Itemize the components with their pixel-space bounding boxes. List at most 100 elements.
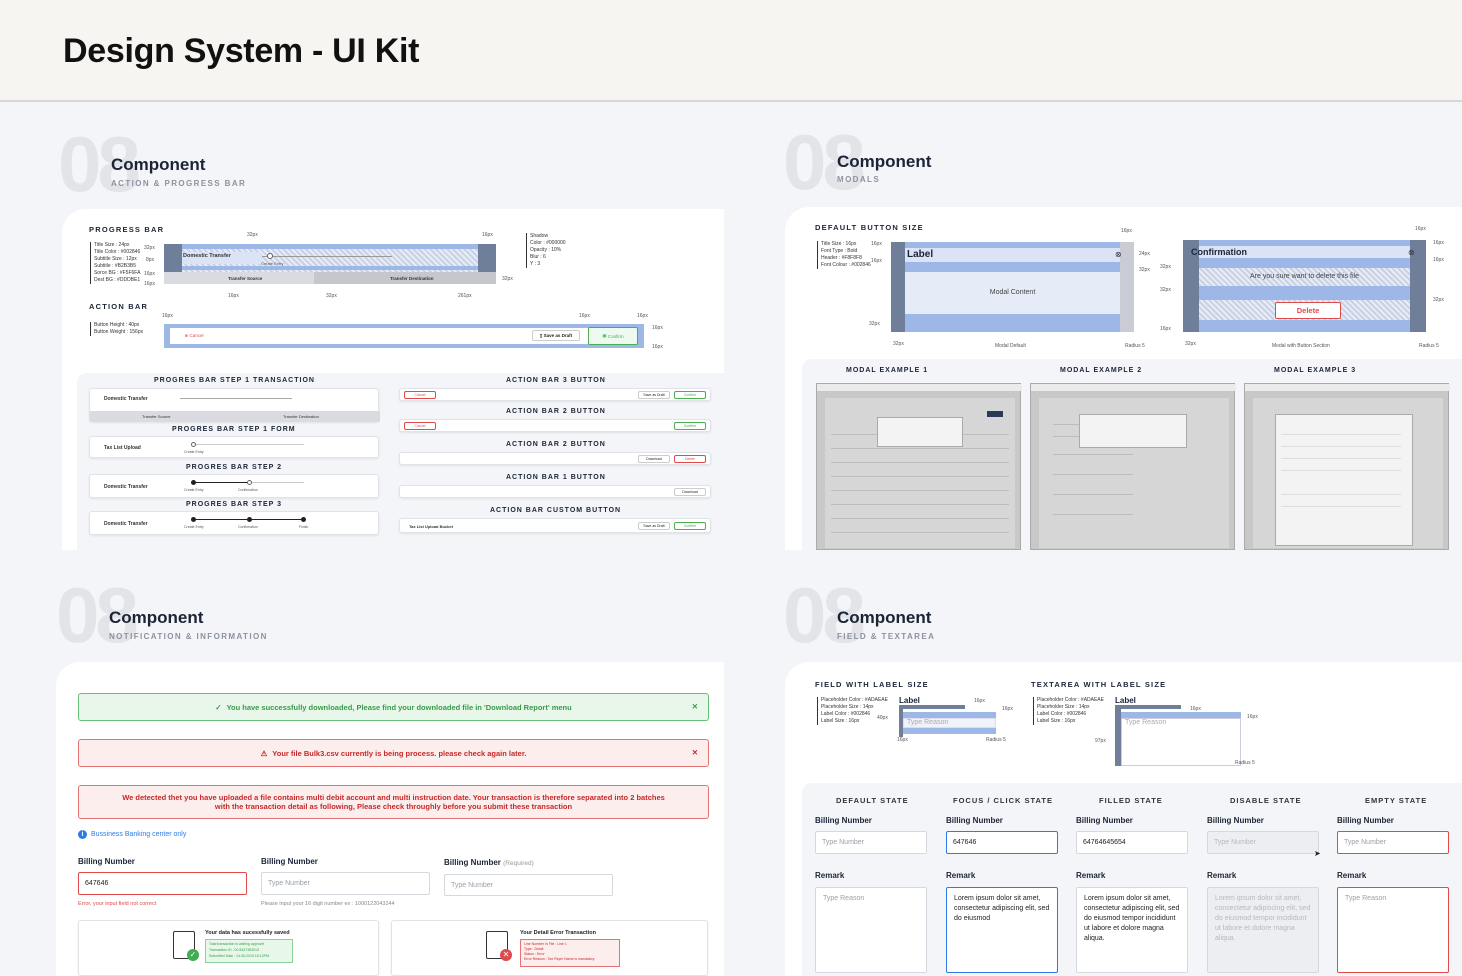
example-title: ACTION BAR 2 BUTTON [506, 441, 606, 448]
step-dot [267, 253, 273, 259]
progress-title: Domestic Transfer [183, 253, 231, 259]
example-title: ACTION BAR 1 BUTTON [506, 474, 606, 481]
remark-textarea-filled[interactable]: Lorem ipsum dolor sit amet, consectetur … [1076, 887, 1188, 973]
delete-button[interactable]: Delete [1275, 302, 1341, 319]
step-label: Create Entry [184, 525, 204, 529]
example-title: PROGRES BAR STEP 1 FORM [172, 426, 296, 433]
modal-example-3 [1244, 383, 1450, 550]
download-button[interactable]: Download [638, 455, 670, 463]
success-alert: ✓ You have successfully downloaded, Pleas… [78, 693, 709, 721]
demo-placeholder: Type Reason [1125, 719, 1167, 726]
remark-textarea-default[interactable]: Type Reason [815, 887, 927, 973]
action-card: Download [399, 485, 711, 498]
success-message: You have successfully downloaded, Please… [226, 702, 572, 712]
modal-examples-panel: MODAL EXAMPLE 1 MODAL EXAMPLE 2 MODAL EX… [802, 359, 1462, 550]
dim-label: 16px [871, 241, 882, 247]
billing-number-input-error[interactable]: 647646 [78, 872, 247, 895]
section-subheading: NOTIFICATION & INFORMATION [109, 632, 268, 641]
save-draft-button[interactable]: ▯ Save as Draft [532, 330, 580, 341]
card-title: Domestic Transfer [104, 396, 148, 402]
section-heading: Component [837, 608, 932, 627]
dim-label: 32px [1433, 297, 1444, 303]
save-draft-button[interactable]: Save as Draft [638, 522, 670, 530]
demo-label: Label [899, 696, 920, 705]
card-line: Line Number in File : Line 1 [524, 942, 567, 946]
dim-label: 32px [326, 293, 337, 299]
download-button[interactable]: Download [674, 488, 706, 496]
close-icon[interactable]: ✕ [692, 748, 698, 757]
billing-input-filled[interactable]: 64764645654 [1076, 831, 1188, 854]
dim-label: 261px [458, 293, 472, 299]
cancel-button[interactable]: ⊗ Cancel [174, 330, 214, 341]
confirm-label: Confirm [607, 333, 624, 339]
demo-label: Label [1115, 696, 1136, 705]
billing-input-focus[interactable]: 647646 [946, 831, 1058, 854]
required-text: (Required) [503, 860, 534, 867]
error-alert: We detected thet you have uploaded a fil… [78, 785, 709, 819]
example-title: MODAL EXAMPLE 1 [846, 367, 929, 374]
info-icon: i [78, 830, 87, 839]
state-title: EMPTY STATE [1365, 796, 1428, 805]
modal-example-2 [1030, 383, 1236, 550]
spec-line: Placeholder Color : #ADAEAE [1037, 697, 1104, 703]
confirm-button[interactable]: ▣ Confirm [588, 327, 638, 345]
cancel-button[interactable]: Cancel [404, 391, 436, 399]
remark-textarea-focus[interactable]: Lorem ipsum dolor sit amet, consectetur … [946, 887, 1058, 973]
spec-line: Header : #F8F8F8 [821, 255, 862, 261]
page-header: Design System - UI Kit [0, 0, 1462, 102]
transfer-source: Transfer Source [142, 414, 171, 419]
close-icon[interactable]: ⊗ [1115, 250, 1122, 259]
cancel-button[interactable]: Cancel [404, 422, 436, 430]
dim-label: 16px [652, 344, 663, 350]
section-modals: 08 Component MODALS DEFAULT BUTTON SIZE … [731, 103, 1462, 550]
success-saved-card: ✓ Your data has sucessfully saved Total … [78, 920, 379, 976]
dim-label: 16px [1160, 326, 1171, 332]
billing-number-required-input[interactable]: Type Number [444, 874, 613, 896]
states-panel: DEFAULT STATE FOCUS / CLICK STATE FILLED… [802, 783, 1462, 976]
dim-label: 16px [162, 313, 173, 319]
delete-button[interactable]: Delete [674, 455, 706, 463]
state-title: DISABLE STATE [1230, 796, 1302, 805]
field-label: Remark [1076, 871, 1106, 880]
section-subheading: FIELD & TEXTAREA [837, 632, 936, 641]
dim-label: 32px [869, 321, 880, 327]
field-label: Billing Number [1207, 816, 1264, 825]
field-label: Billing Number [1076, 816, 1133, 825]
modal-content: Are you sure want to delete this file [1250, 273, 1359, 280]
action-card: Cancel Confirm [399, 419, 711, 432]
card-line: Transaction ID : 00 8437383013 [209, 948, 259, 952]
warning-alert: ⚠ Your file Bulk3.csv currently is being … [78, 739, 709, 767]
spec-line: Placeholder Size : 14px [1037, 704, 1090, 710]
save-draft-button[interactable]: Save as Draft [638, 391, 670, 399]
dim-label: 16px [144, 281, 155, 287]
close-icon[interactable]: ⊗ [1408, 248, 1415, 257]
billing-input-empty[interactable]: Type Number [1337, 831, 1449, 854]
billing-number-input[interactable]: Type Number [261, 872, 430, 895]
confirm-button[interactable]: Confirm [674, 522, 706, 530]
card-line: Type : Detail [524, 947, 544, 951]
action-card: Download Delete [399, 452, 711, 465]
field-label: Remark [815, 871, 845, 880]
step-label: Confirmation [238, 525, 258, 529]
confirm-button[interactable]: Confirm [674, 422, 706, 430]
close-icon[interactable]: ✕ [692, 702, 698, 711]
modal-default-diagram: Label ⊗ Modal Content [891, 242, 1134, 332]
field-label: Billing Number [815, 816, 872, 825]
field-label: Remark [946, 871, 976, 880]
confirm-button[interactable]: Confirm [674, 391, 706, 399]
transfer-source: Transfer Source [228, 276, 263, 281]
step-label: Create Entry [184, 488, 204, 492]
dim-label: 32px [1160, 287, 1171, 293]
billing-input-default[interactable]: Type Number [815, 831, 927, 854]
remark-textarea-empty[interactable]: Type Reason [1337, 887, 1449, 973]
section-heading: Component [111, 155, 206, 174]
modal-title: Label [907, 249, 934, 260]
spec-line: Placeholder Color : #ADAEAE [821, 697, 888, 703]
action-card: Cancel Save as Draft Confirm [399, 388, 711, 401]
radius-label: Radius 5 [1125, 343, 1145, 349]
shadow-spec: Opacity : 10% [530, 247, 562, 253]
dim-label: 16px [1121, 228, 1132, 234]
dim-label: 16px [1247, 714, 1258, 720]
example-title: ACTION BAR 2 BUTTON [506, 408, 606, 415]
save-draft-label: Save as Draft [543, 333, 573, 338]
